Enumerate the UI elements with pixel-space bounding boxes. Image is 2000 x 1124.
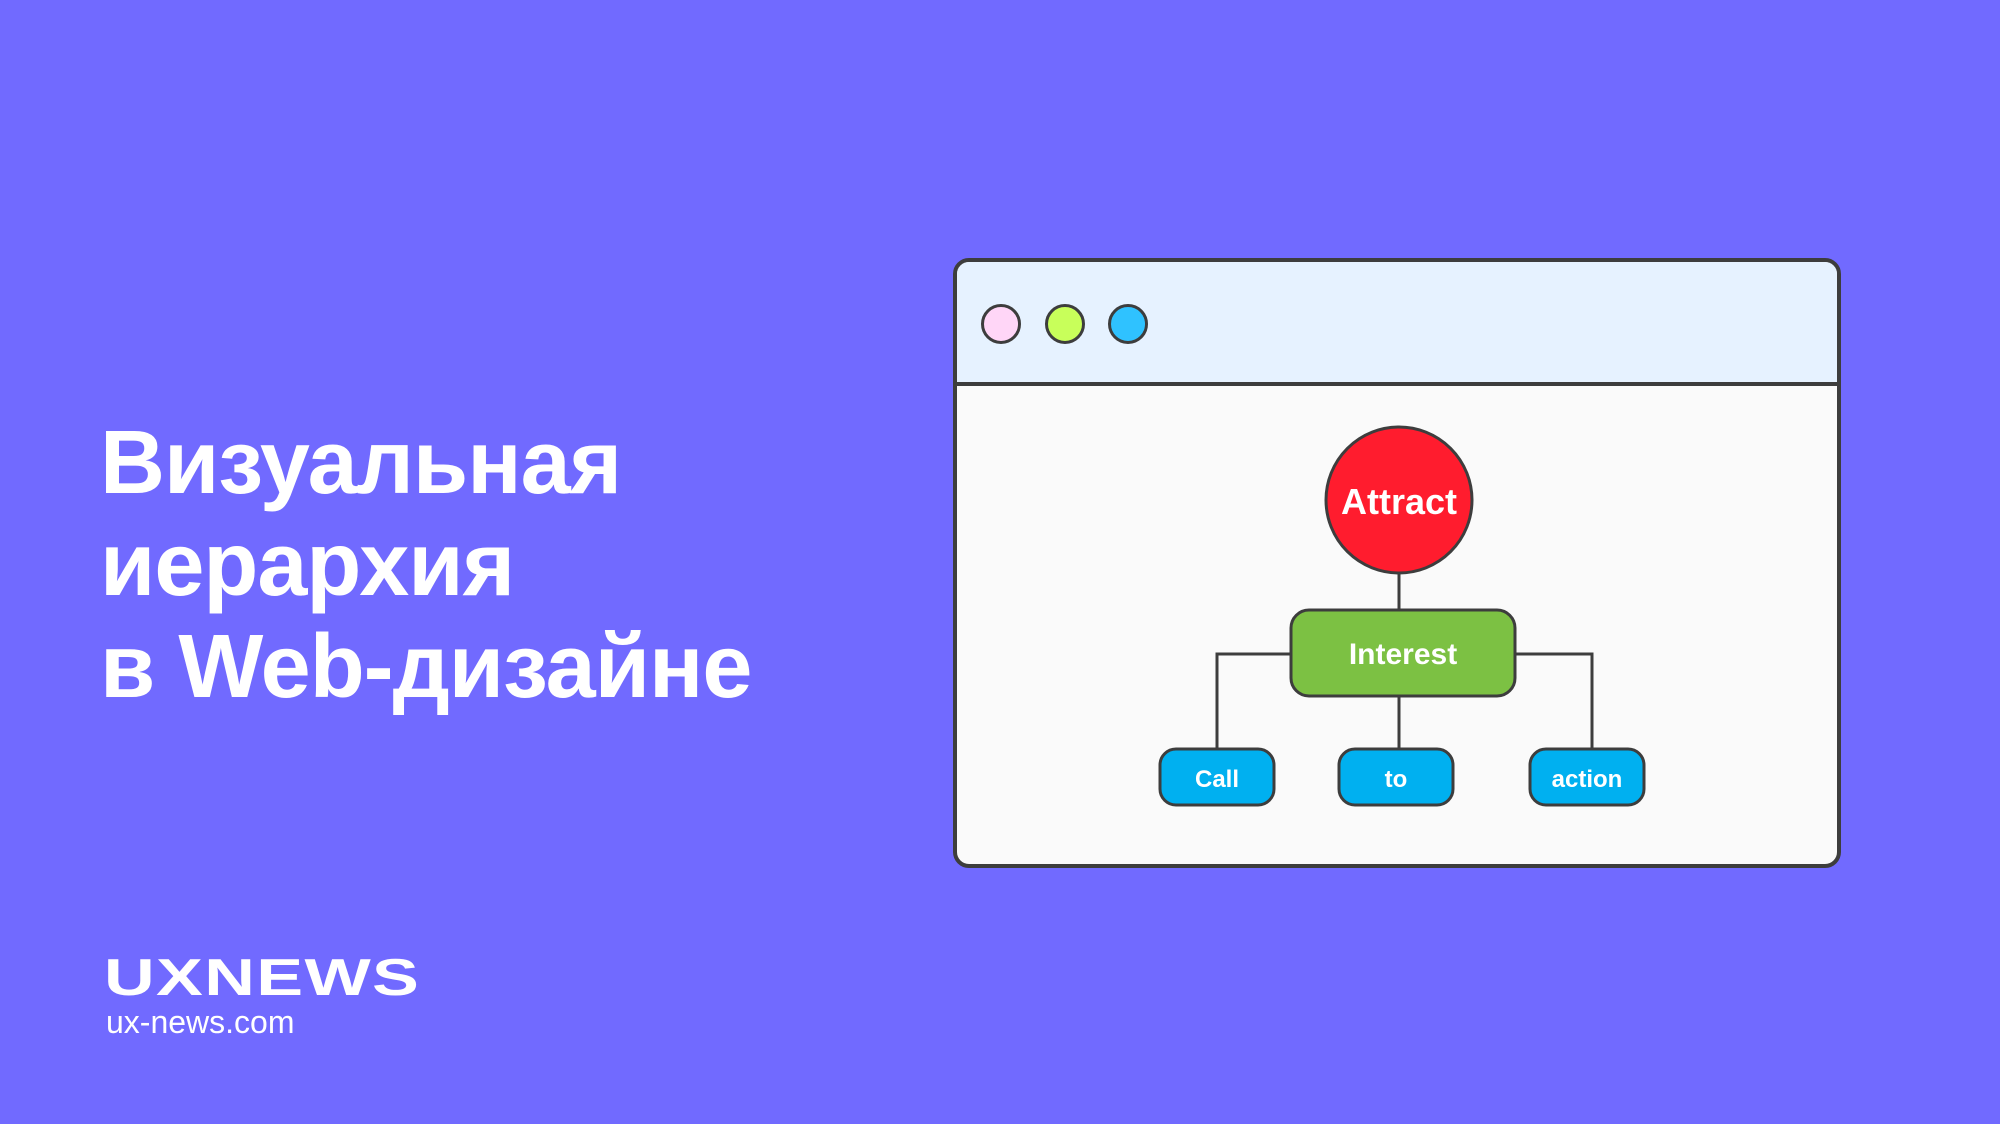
action-label: action (1552, 766, 1623, 793)
connector-line (1215, 652, 1292, 750)
headline-line: в Web-дизайне (100, 617, 752, 717)
uxnews-logo: UXNEWS (104, 949, 421, 1007)
attract-label: Attract (1341, 481, 1457, 522)
to-label: to (1385, 766, 1408, 793)
headline-line: иерархия (100, 515, 515, 615)
call-label: Call (1195, 766, 1239, 793)
headline: Визуальная иерархия в Web-дизайне (100, 412, 752, 718)
connector-line (1515, 652, 1594, 750)
site-url: ux-news.com (106, 1004, 295, 1040)
headline-line: Визуальная (100, 413, 622, 513)
hierarchy-diagram: Attract Interest Call to action (1158, 425, 1646, 807)
interest-label: Interest (1349, 638, 1457, 671)
browser-window-illustration: Attract Interest Call to action (953, 258, 1841, 868)
